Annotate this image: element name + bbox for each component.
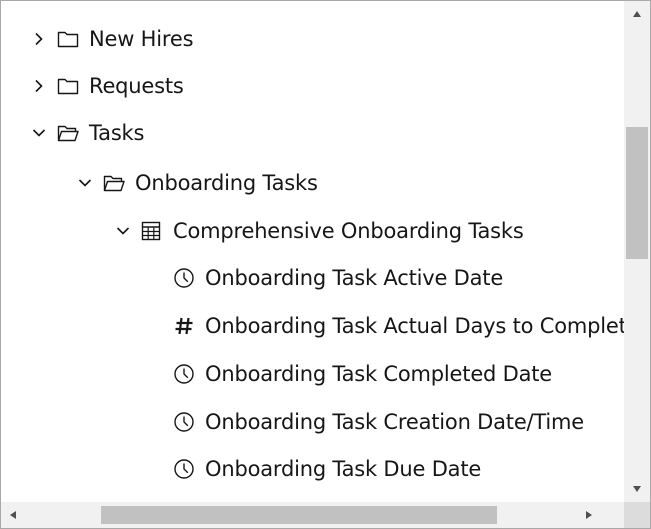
tree-item-tasks[interactable]: Tasks bbox=[31, 109, 144, 157]
hash-icon bbox=[175, 317, 193, 335]
tree-item-task-active-date[interactable]: Onboarding Task Active Date bbox=[173, 254, 503, 302]
chevron-down-icon[interactable] bbox=[77, 175, 93, 191]
tree-item-requests[interactable]: Requests bbox=[31, 62, 184, 110]
data-tree-panel: New Hires Requests Tasks Onboarding Task… bbox=[0, 0, 651, 529]
scroll-up-arrow-icon[interactable] bbox=[624, 1, 650, 27]
clock-icon bbox=[174, 364, 194, 384]
scroll-down-arrow-icon[interactable] bbox=[624, 476, 650, 502]
tree-item-label: Onboarding Task Due Date bbox=[205, 456, 482, 481]
tree-item-task-due-date[interactable]: Onboarding Task Due Date bbox=[173, 445, 481, 493]
vertical-scroll-thumb[interactable] bbox=[626, 127, 648, 259]
clock-icon bbox=[174, 459, 194, 479]
tree-item-task-completed-date[interactable]: Onboarding Task Completed Date bbox=[173, 350, 552, 398]
tree-item-label: Onboarding Task Actual Days to Complete bbox=[205, 313, 624, 338]
scroll-right-arrow-icon[interactable] bbox=[575, 502, 601, 528]
scrollbar-corner bbox=[624, 502, 650, 528]
tree-item-label: New Hires bbox=[89, 26, 194, 51]
folder-open-icon bbox=[103, 175, 125, 192]
chevron-down-icon[interactable] bbox=[115, 223, 131, 239]
tree-item-label: Comprehensive Onboarding Tasks bbox=[173, 218, 524, 243]
chevron-right-icon[interactable] bbox=[31, 78, 47, 94]
tree-item-comprehensive-onboarding-tasks[interactable]: Comprehensive Onboarding Tasks bbox=[115, 207, 524, 255]
folder-open-icon bbox=[57, 125, 79, 142]
chevron-down-icon[interactable] bbox=[31, 125, 47, 141]
tree-item-task-creation-datetime[interactable]: Onboarding Task Creation Date/Time bbox=[173, 398, 584, 446]
tree-viewport: New Hires Requests Tasks Onboarding Task… bbox=[1, 1, 624, 502]
tree-item-label: Onboarding Tasks bbox=[135, 170, 318, 195]
folder-icon bbox=[57, 31, 79, 48]
tree-item-label: Onboarding Task Completed Date bbox=[205, 361, 553, 386]
table-icon bbox=[141, 221, 161, 241]
tree-item-new-hires[interactable]: New Hires bbox=[31, 15, 194, 63]
clock-icon bbox=[174, 268, 194, 288]
tree-item-label: Onboarding Task Creation Date/Time bbox=[205, 409, 585, 434]
tree-item-label: Requests bbox=[89, 73, 184, 98]
folder-icon bbox=[57, 78, 79, 95]
clock-icon bbox=[174, 412, 194, 432]
scroll-left-arrow-icon[interactable] bbox=[1, 502, 27, 528]
tree-item-label: Tasks bbox=[89, 120, 145, 145]
tree-item-task-actual-days[interactable]: Onboarding Task Actual Days to Complete bbox=[173, 302, 624, 350]
horizontal-scrollbar[interactable] bbox=[1, 502, 624, 528]
vertical-scrollbar[interactable] bbox=[624, 1, 650, 502]
tree-item-label: Onboarding Task Active Date bbox=[205, 265, 504, 290]
chevron-right-icon[interactable] bbox=[31, 31, 47, 47]
tree-item-onboarding-tasks[interactable]: Onboarding Tasks bbox=[77, 159, 318, 207]
horizontal-scroll-thumb[interactable] bbox=[101, 506, 497, 524]
